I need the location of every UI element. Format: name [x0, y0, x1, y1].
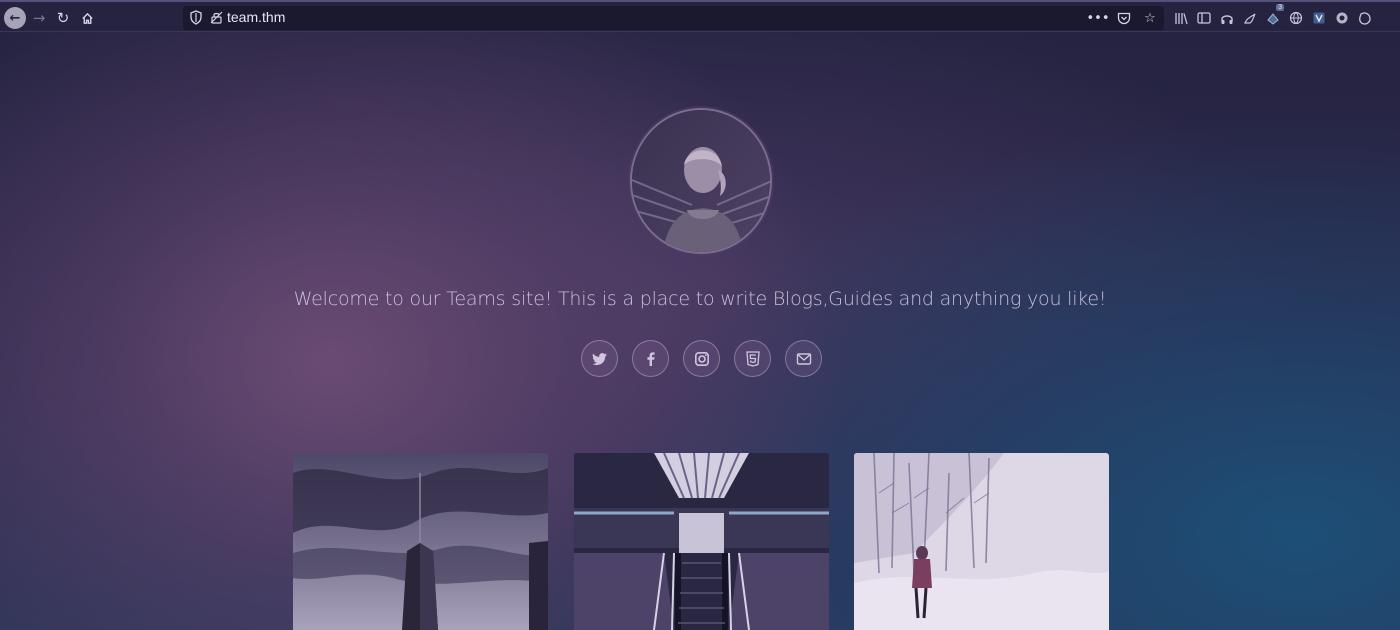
envelope-icon: [796, 352, 811, 365]
shield-icon[interactable]: [190, 10, 202, 25]
escalator-image: [574, 453, 829, 630]
facebook-link[interactable]: [632, 340, 669, 377]
instagram-icon: [694, 351, 709, 366]
circle-icon[interactable]: [1333, 10, 1350, 27]
site-tagline: Welcome to our Teams site! This is a pla…: [293, 288, 1107, 310]
html5-link[interactable]: [734, 340, 771, 377]
home-icon: [81, 12, 93, 24]
twitter-icon: [591, 352, 607, 365]
reload-icon: ↻: [56, 8, 70, 27]
gallery-card-escalator[interactable]: [574, 453, 829, 630]
gallery-card-skyscraper[interactable]: [293, 453, 548, 630]
globe-icon[interactable]: [1287, 10, 1304, 27]
extension-badge-count: 3: [1276, 3, 1284, 11]
avatar-image: [632, 110, 770, 252]
back-button[interactable]: ←: [4, 7, 26, 29]
facebook-icon: [646, 351, 655, 366]
url-actions: ••• ☆: [1087, 9, 1158, 27]
reload-button[interactable]: ↻: [52, 7, 74, 29]
arrow-left-icon: ←: [9, 10, 21, 26]
gallery-card-snow[interactable]: [854, 453, 1109, 630]
html5-icon: [745, 350, 760, 367]
extension-badge-icon[interactable]: 3: [1264, 3, 1284, 27]
page-content: Welcome to our Teams site! This is a pla…: [0, 32, 1400, 630]
browser-toolbar: ← → ↻ team.thm ••• ☆ 3: [0, 0, 1400, 32]
snow-forest-image: [854, 453, 1109, 630]
more-icon[interactable]: •••: [1087, 10, 1110, 26]
star-icon[interactable]: ☆: [1142, 10, 1158, 26]
social-links: [581, 340, 822, 378]
insecure-connection-icon[interactable]: [210, 11, 223, 24]
instagram-link[interactable]: [683, 340, 720, 377]
extension-toolbar: 3: [1172, 3, 1373, 27]
home-button[interactable]: [76, 7, 98, 29]
forward-button[interactable]: →: [28, 7, 50, 29]
dragon-icon[interactable]: [1241, 10, 1258, 27]
pocket-icon[interactable]: [1116, 10, 1132, 26]
headphones-icon[interactable]: [1218, 10, 1235, 27]
email-link[interactable]: [785, 340, 822, 377]
sidebar-icon[interactable]: [1195, 10, 1212, 27]
arrow-right-icon: →: [32, 8, 46, 27]
profile-avatar: [630, 108, 772, 254]
library-icon[interactable]: [1172, 10, 1189, 27]
wappalyzer-icon[interactable]: [1310, 10, 1327, 27]
address-bar[interactable]: team.thm ••• ☆: [183, 6, 1164, 30]
skyscraper-image: [293, 453, 548, 630]
url-text[interactable]: team.thm: [227, 9, 285, 25]
firefox-icon[interactable]: [1356, 10, 1373, 27]
twitter-link[interactable]: [581, 340, 618, 377]
